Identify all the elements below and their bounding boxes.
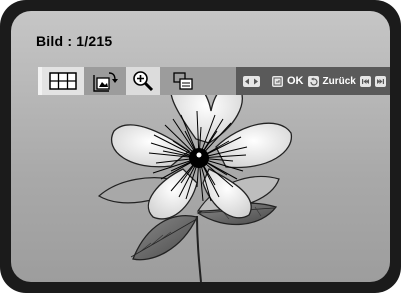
thumbnail-grid-button[interactable] <box>38 67 84 95</box>
skip-next-icon <box>374 75 386 87</box>
flower-image <box>97 79 292 282</box>
tv-bezel: Bild : 1/215 OK Zurück <box>0 0 401 293</box>
enter-icon <box>272 75 283 87</box>
ok-label: OK <box>287 75 304 87</box>
zoom-in-icon <box>133 71 154 92</box>
copy-icon <box>173 72 193 90</box>
grid-icon <box>49 72 77 90</box>
navigation-hint-bar: OK Zurück <box>236 67 390 95</box>
toolbar <box>38 67 238 95</box>
back-label: Zurück <box>322 75 356 87</box>
image-counter-title: Bild : 1/215 <box>36 33 113 49</box>
return-icon <box>307 75 319 87</box>
photo-viewer-screen: Bild : 1/215 OK Zurück <box>11 11 390 282</box>
copy-button[interactable] <box>166 67 200 95</box>
rotate-button[interactable] <box>88 67 122 95</box>
zoom-button[interactable] <box>126 67 160 95</box>
skip-previous-icon <box>359 75 371 87</box>
left-right-arrows-icon <box>243 75 260 87</box>
rotate-image-icon <box>93 72 118 92</box>
